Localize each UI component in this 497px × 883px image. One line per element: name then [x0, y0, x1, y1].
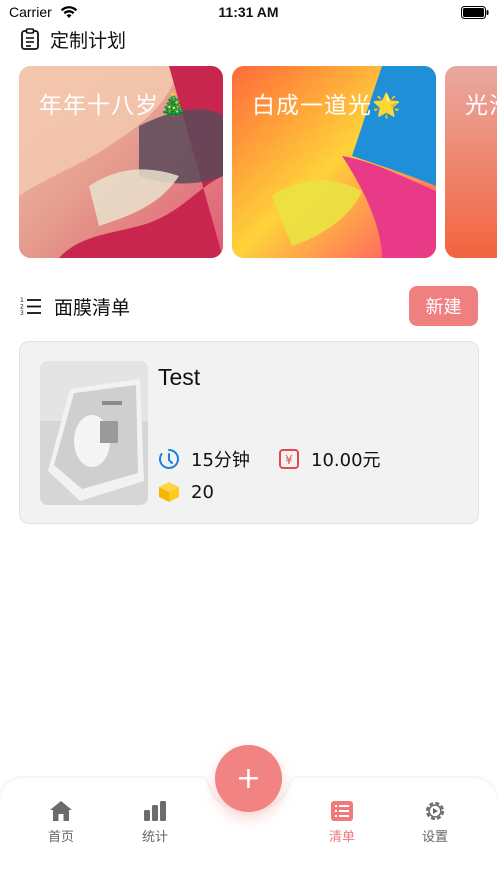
plan-section-title: 定制计划 — [50, 29, 127, 52]
clipboard-icon — [21, 28, 39, 50]
list-item[interactable]: Test 15分钟 ¥ 10.00元 20 — [19, 341, 479, 524]
svg-text:¥: ¥ — [285, 453, 293, 467]
numbered-list-icon: 1 2 3 — [20, 297, 41, 316]
box-icon — [159, 482, 179, 502]
tab-list[interactable]: 清单 — [312, 800, 372, 845]
plan-card-title: 年年十八岁🎄 — [39, 93, 189, 119]
timer-icon — [159, 449, 179, 469]
list-icon — [331, 801, 353, 821]
price-value: 10.00元 — [311, 450, 381, 471]
tab-statistics-label: 统计 — [141, 830, 168, 845]
tab-home[interactable]: 首页 — [31, 800, 91, 845]
plan-carousel[interactable]: 年年十八岁🎄 白成一道光🌟 光 — [0, 66, 497, 258]
gear-icon — [425, 801, 445, 821]
item-price: ¥ 10.00元 — [278, 446, 381, 472]
plan-card[interactable]: 光滑 — [445, 66, 497, 258]
add-button[interactable]: + — [215, 745, 282, 812]
list-section-header: 1 2 3 面膜清单 — [20, 292, 130, 320]
tab-home-label: 首页 — [47, 830, 74, 845]
item-name: Test — [158, 364, 201, 390]
plan-card[interactable]: 年年十八岁🎄 — [19, 66, 223, 258]
home-icon — [50, 801, 72, 821]
list-section-title: 面膜清单 — [54, 296, 131, 319]
status-bar: Carrier 11:31 AM — [0, 0, 497, 26]
item-duration: 15分钟 — [158, 446, 250, 472]
item-count: 20 — [158, 481, 214, 503]
count-value: 20 — [191, 481, 214, 503]
svg-text:3: 3 — [20, 310, 24, 316]
battery-icon — [461, 6, 489, 19]
tab-settings-label: 设置 — [421, 830, 448, 845]
clock: 11:31 AM — [218, 4, 279, 20]
new-button[interactable]: 新建 — [409, 286, 478, 326]
chart-icon — [144, 801, 166, 821]
plan-card-title: 光滑 — [465, 93, 497, 119]
plan-card[interactable]: 白成一道光🌟 — [232, 66, 436, 258]
duration-value: 15分钟 — [191, 450, 250, 471]
tab-list-label: 清单 — [328, 830, 355, 845]
mask-thumbnail — [40, 361, 148, 505]
tab-statistics[interactable]: 统计 — [125, 800, 185, 845]
tab-settings[interactable]: 设置 — [405, 800, 465, 845]
plan-card-title: 白成一道光🌟 — [252, 93, 402, 119]
yuan-icon: ¥ — [279, 449, 299, 469]
plan-section-header: 定制计划 — [20, 26, 126, 52]
